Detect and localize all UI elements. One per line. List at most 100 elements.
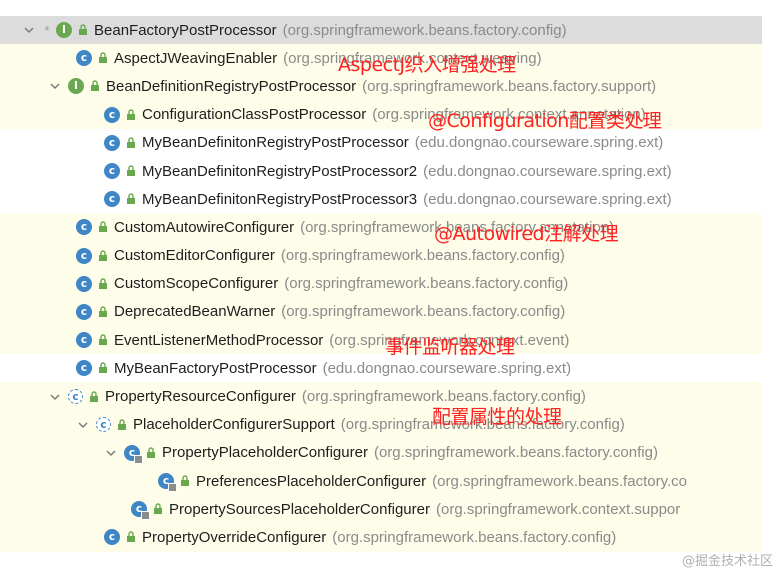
class-icon: c (76, 219, 92, 236)
package-name: (edu.dongnao.courseware.spring.ext) (423, 162, 672, 180)
class-name: MyBeanDefinitonRegistryPostProcessor2 (142, 162, 418, 180)
lock-icon (90, 79, 100, 93)
subclass-badge-icon (134, 454, 143, 464)
class-name: CustomEditorConfigurer (114, 247, 275, 265)
annotation-property: 配置属性的处理 (432, 406, 562, 428)
package-name: (org.springframework.beans.factory.confi… (284, 275, 569, 293)
tree-row[interactable]: c PropertyPlaceholderConfigurer (org.spr… (0, 438, 762, 467)
lock-icon (153, 502, 163, 516)
class-icon: c (131, 501, 150, 521)
package-name: (edu.dongnao.courseware.spring.ext) (423, 190, 672, 208)
tree-row[interactable]: c CustomAutowireConfigurer (org.springfr… (0, 213, 762, 242)
package-name: (org.springframework.beans.factory.confi… (280, 247, 565, 265)
tree-row[interactable]: c DeprecatedBeanWarner (org.springframew… (0, 297, 762, 327)
tree-row[interactable]: c MyBeanFactoryPostProcessor (edu.dongna… (0, 354, 762, 382)
tree-row[interactable]: c CustomScopeConfigurer (org.springframe… (0, 269, 762, 298)
class-name: MyBeanFactoryPostProcessor (114, 359, 317, 377)
subclass-badge-icon (168, 483, 177, 493)
class-name: PlaceholderConfigurerSupport (133, 416, 335, 434)
chevron-down-icon[interactable] (76, 418, 90, 432)
class-icon: c (104, 134, 120, 151)
subclass-badge-icon (141, 511, 150, 521)
chevron-down-icon[interactable] (48, 390, 62, 404)
lock-icon (180, 474, 190, 488)
class-icon: c (76, 50, 92, 67)
lock-icon (126, 530, 136, 544)
type-hierarchy-tree: * I BeanFactoryPostProcessor (org.spring… (0, 16, 762, 552)
tree-row[interactable]: * I BeanFactoryPostProcessor (org.spring… (0, 16, 762, 45)
annotation-configuration: @Configuration配置类处理 (428, 110, 662, 132)
package-name: (org.springframework.beans.factory.co (432, 472, 687, 490)
package-name: (org.springframework.beans.factory.suppo… (362, 77, 657, 95)
class-icon: c (104, 106, 120, 123)
class-name: BeanFactoryPostProcessor (94, 21, 277, 39)
interface-icon: I (56, 22, 72, 39)
tree-row[interactable]: c PropertyOverrideConfigurer (org.spring… (0, 523, 762, 552)
lock-icon (98, 277, 108, 291)
chevron-down-icon[interactable] (104, 446, 118, 460)
class-icon: c (76, 360, 92, 377)
tree-row[interactable]: c EventListenerMethodProcessor (org.spri… (0, 326, 762, 355)
class-name: CustomScopeConfigurer (114, 275, 279, 293)
class-name: PropertyResourceConfigurer (105, 388, 296, 406)
class-name: BeanDefinitionRegistryPostProcessor (106, 77, 357, 95)
class-icon: c (76, 332, 92, 349)
tree-row[interactable]: c PlaceholderConfigurerSupport (org.spri… (0, 410, 762, 439)
lock-icon (98, 51, 108, 65)
abstract-class-icon: c (68, 389, 83, 405)
chevron-down-icon[interactable] (48, 79, 62, 93)
class-name: DeprecatedBeanWarner (114, 303, 276, 321)
class-name: PreferencesPlaceholderConfigurer (196, 472, 427, 490)
lock-icon (126, 192, 136, 206)
package-name: (org.springframework.context.suppor (435, 500, 681, 518)
lock-icon (126, 164, 136, 178)
tree-row[interactable]: c PropertyResourceConfigurer (org.spring… (0, 382, 762, 411)
lock-icon (126, 136, 136, 150)
class-icon: c (76, 275, 92, 292)
class-name: PropertyOverrideConfigurer (142, 528, 327, 546)
class-icon: c (76, 247, 92, 264)
class-name: AspectJWeavingEnabler (114, 49, 278, 67)
chevron-down-icon[interactable] (22, 23, 36, 37)
star-icon: * (44, 22, 50, 38)
lock-icon (146, 446, 156, 460)
lock-icon (98, 220, 108, 234)
class-icon: c (104, 529, 120, 546)
class-name: PropertyPlaceholderConfigurer (162, 444, 368, 462)
annotation-event: 事件监听器处理 (385, 336, 515, 358)
lock-icon (98, 361, 108, 375)
lock-icon (89, 390, 99, 404)
package-name: (org.springframework.beans.factory.confi… (282, 21, 567, 39)
class-icon: c (158, 473, 177, 493)
lock-icon (98, 249, 108, 263)
class-name: MyBeanDefinitonRegistryPostProcessor (142, 134, 409, 152)
package-name: (edu.dongnao.courseware.spring.ext) (414, 134, 664, 152)
tree-row[interactable]: c PropertySourcesPlaceholderConfigurer (… (0, 495, 762, 524)
abstract-class-icon: c (96, 417, 111, 433)
tree-row[interactable]: c PreferencesPlaceholderConfigurer (org.… (0, 467, 762, 496)
package-name: (org.springframework.beans.factory.confi… (373, 444, 658, 462)
tree-row[interactable]: c MyBeanDefinitonRegistryPostProcessor2 … (0, 157, 762, 185)
interface-icon: I (68, 78, 84, 95)
lock-icon (98, 333, 108, 347)
class-name: ConfigurationClassPostProcessor (142, 106, 367, 124)
class-name: CustomAutowireConfigurer (114, 218, 295, 236)
class-name: PropertySourcesPlaceholderConfigurer (169, 500, 430, 518)
package-name: (org.springframework.beans.factory.confi… (332, 528, 617, 546)
class-name: MyBeanDefinitonRegistryPostProcessor3 (142, 190, 418, 208)
class-icon: c (104, 163, 120, 180)
tree-row[interactable]: c CustomEditorConfigurer (org.springfram… (0, 241, 762, 270)
class-icon: c (124, 444, 143, 464)
class-icon: c (104, 191, 120, 208)
class-icon: c (76, 303, 92, 320)
class-name: EventListenerMethodProcessor (114, 331, 324, 349)
tree-row[interactable]: c MyBeanDefinitonRegistryPostProcessor3 … (0, 185, 762, 213)
annotation-autowired: @Autowired注解处理 (434, 223, 619, 245)
watermark: @掘金技术社区 (681, 554, 773, 569)
annotation-aspectj: AspectJ织入增强处理 (338, 54, 516, 76)
package-name: (edu.dongnao.courseware.spring.ext) (322, 359, 572, 377)
lock-icon (78, 23, 88, 37)
package-name: (org.springframework.beans.factory.confi… (281, 303, 566, 321)
lock-icon (126, 108, 136, 122)
lock-icon (98, 305, 108, 319)
